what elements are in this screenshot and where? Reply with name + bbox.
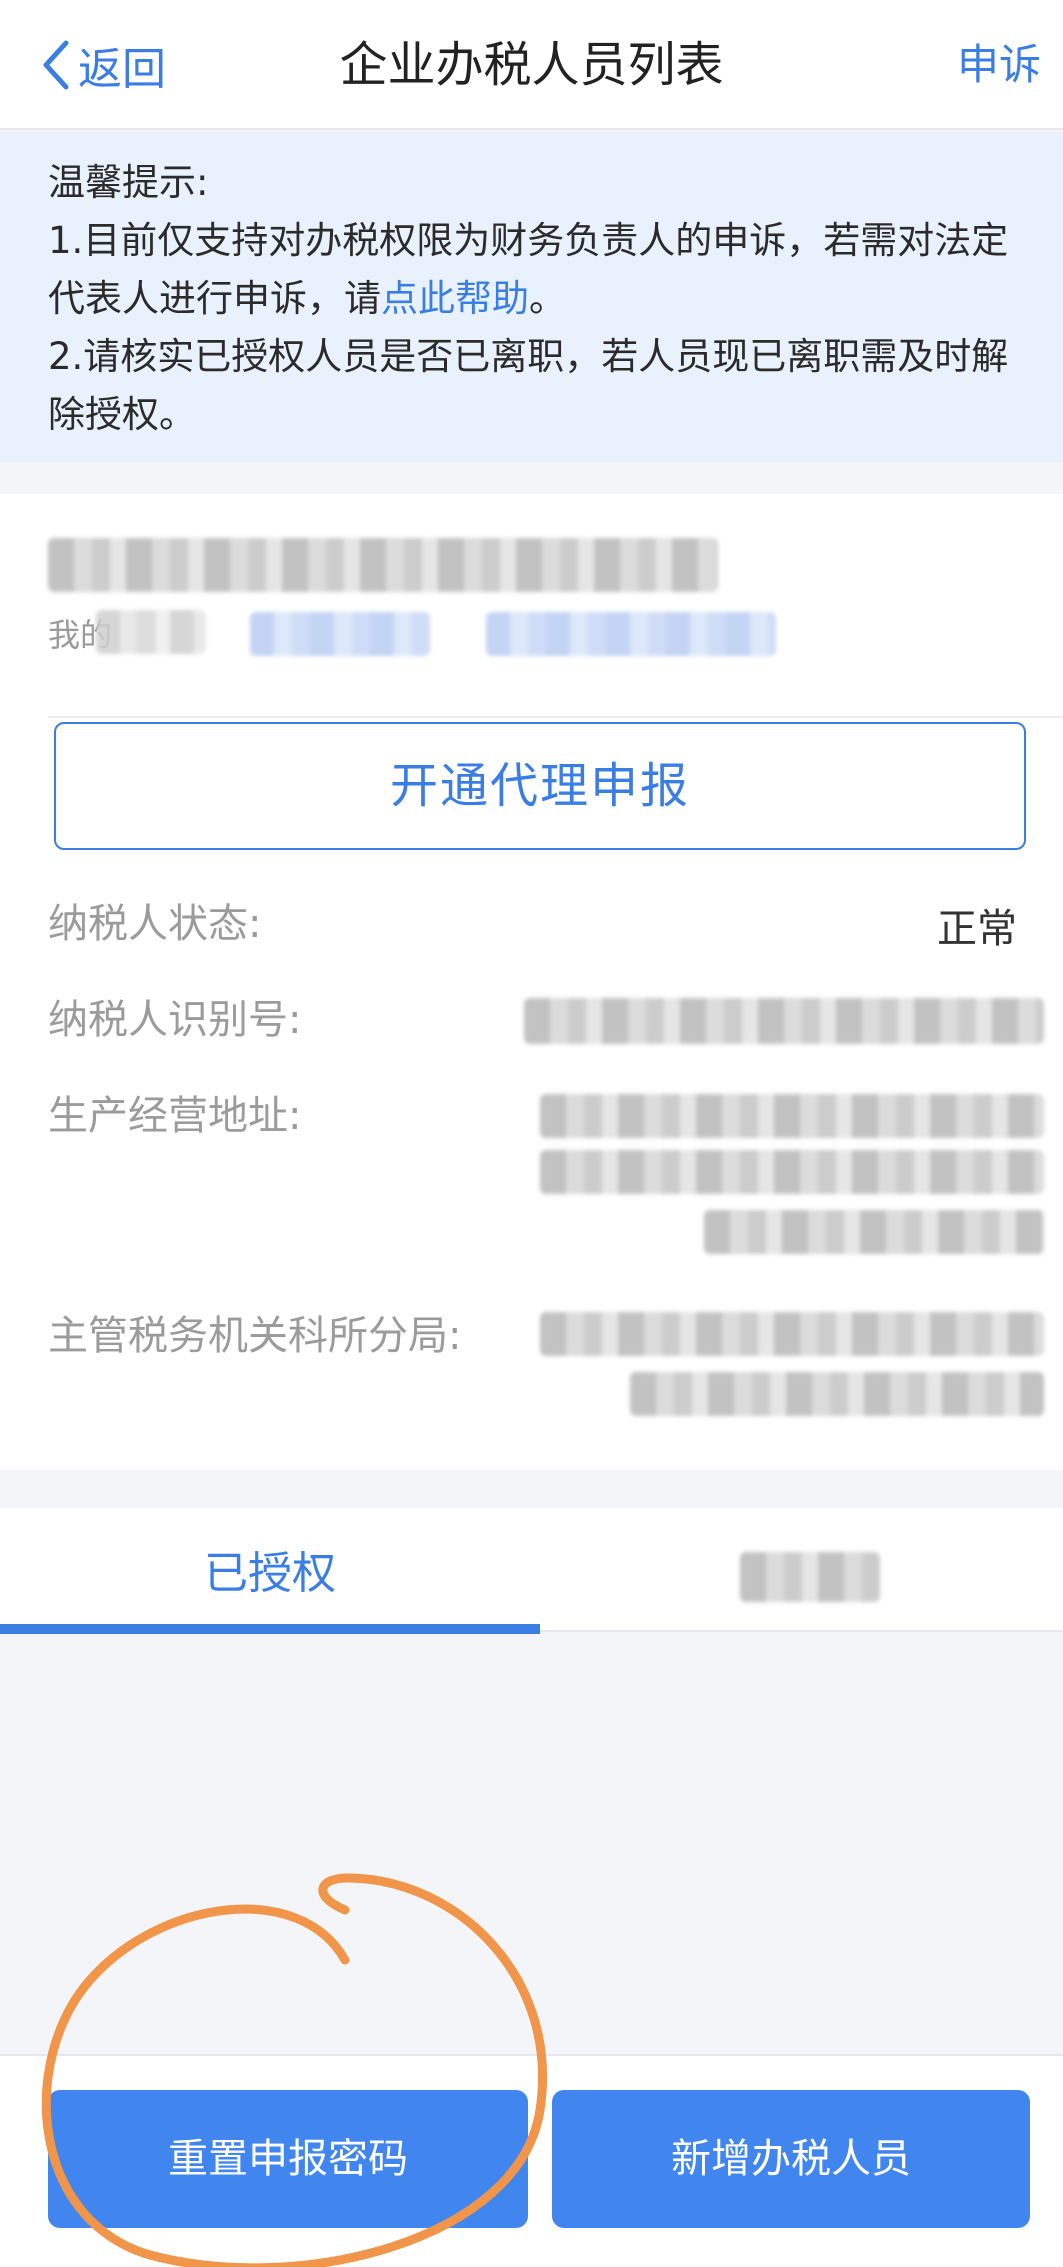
add-tax-staff-button[interactable]: 新增办税人员 [552, 2090, 1030, 2228]
address-label: 生产经营地址: [48, 1093, 302, 1139]
nav-bar: 返回 企业办税人员列表 申诉 [0, 0, 1063, 130]
tab-bar: 已授权 [0, 1508, 1063, 1632]
tax-id-label: 纳税人识别号: [48, 997, 302, 1043]
notice-banner: 温馨提示: 1.目前仅支持对办税权限为财务负责人的申诉，若需对法定代表人进行申诉… [0, 132, 1063, 462]
taxpayer-status-value: 正常 [937, 906, 1017, 952]
address-redacted [540, 1150, 1044, 1194]
appeal-button[interactable]: 申诉 [957, 30, 1041, 100]
tab-label-redacted [740, 1552, 880, 1602]
role-tag-redacted [250, 612, 430, 656]
notice-line-1: 1.目前仅支持对办税权限为财务负责人的申诉，若需对法定代表人进行申诉，请点此帮助… [48, 219, 1009, 320]
tax-id-redacted [524, 998, 1044, 1044]
chevron-left-icon [43, 40, 69, 90]
help-link[interactable]: 点此帮助 [381, 277, 529, 320]
tab-authorized[interactable]: 已授权 [0, 1508, 540, 1632]
address-redacted [540, 1094, 1044, 1138]
divider [48, 716, 1063, 718]
taxpayer-status-label: 纳税人状态: [48, 901, 262, 947]
address-redacted [704, 1210, 1044, 1254]
authority-redacted [540, 1312, 1044, 1356]
company-name-redacted [48, 538, 718, 592]
authority-redacted [630, 1372, 1044, 1416]
back-label: 返回 [78, 44, 166, 95]
role-redacted [96, 610, 206, 654]
back-button[interactable]: 返回 [40, 30, 166, 100]
company-card: 我的 开通代理申报 纳税人状态: 正常 纳税人识别号: 生产经营地址: 主管税务… [0, 494, 1063, 1470]
bottom-action-bar: 重置申报密码 新增办税人员 [0, 2054, 1063, 2267]
notice-heading: 温馨提示: [48, 161, 209, 204]
notice-line-2: 2.请核实已授权人员是否已离职，若人员现已离职需及时解除授权。 [48, 335, 1009, 436]
role-tag-redacted [486, 612, 776, 656]
reset-filing-password-button[interactable]: 重置申报密码 [48, 2090, 528, 2228]
enable-agent-filing-button[interactable]: 开通代理申报 [54, 722, 1026, 850]
tab-second[interactable] [540, 1508, 1063, 1632]
tax-authority-label: 主管税务机关科所分局: [48, 1313, 462, 1359]
tab-active-indicator [0, 1624, 540, 1634]
